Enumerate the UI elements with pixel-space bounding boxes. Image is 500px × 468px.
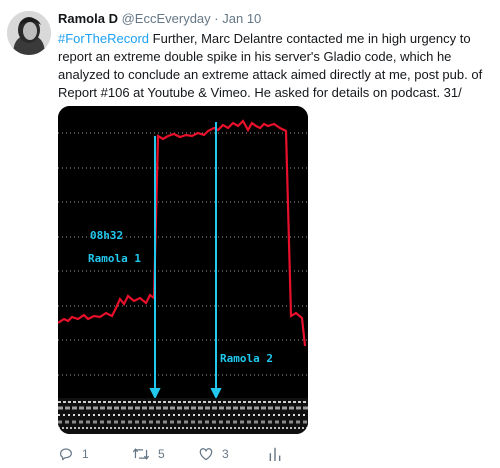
analytics-icon[interactable] [268,446,282,462]
avatar[interactable] [7,11,51,55]
reply-count: 1 [82,447,89,461]
bottom-timeline-strip [58,398,308,434]
label-time: 08h32 [90,229,123,242]
graph-background [58,106,308,434]
tweet-media[interactable]: 08h32 Ramola 1 Ramola 2 [58,106,308,434]
retweet-icon[interactable] [132,446,150,462]
label-ramola-2: Ramola 2 [220,352,273,365]
analytics-action[interactable] [268,446,290,462]
author-name[interactable]: Ramola D [58,11,118,26]
tweet-header: Ramola D @EccEveryday · Jan 10 [58,11,261,26]
like-count: 3 [222,447,229,461]
reply-action[interactable]: 1 [58,446,89,462]
retweet-action[interactable]: 5 [132,446,165,462]
like-icon[interactable] [198,446,214,462]
like-action[interactable]: 3 [198,446,229,462]
tweet-text: #ForTheRecord Further, Marc Delantre con… [58,30,494,102]
hashtag-link[interactable]: #ForTheRecord [58,31,149,46]
label-ramola-1: Ramola 1 [88,252,141,265]
author-handle[interactable]: @EccEveryday [122,11,211,26]
retweet-count: 5 [158,447,165,461]
separator-dot: · [214,11,219,26]
tweet-date[interactable]: Jan 10 [222,11,261,26]
avatar-image [7,11,51,55]
tweet-actions: 1 5 3 [58,446,358,464]
reply-icon[interactable] [58,446,74,462]
server-graph-image: 08h32 Ramola 1 Ramola 2 [58,106,308,434]
tweet[interactable]: Ramola D @EccEveryday · Jan 10 #ForTheRe… [0,0,500,468]
